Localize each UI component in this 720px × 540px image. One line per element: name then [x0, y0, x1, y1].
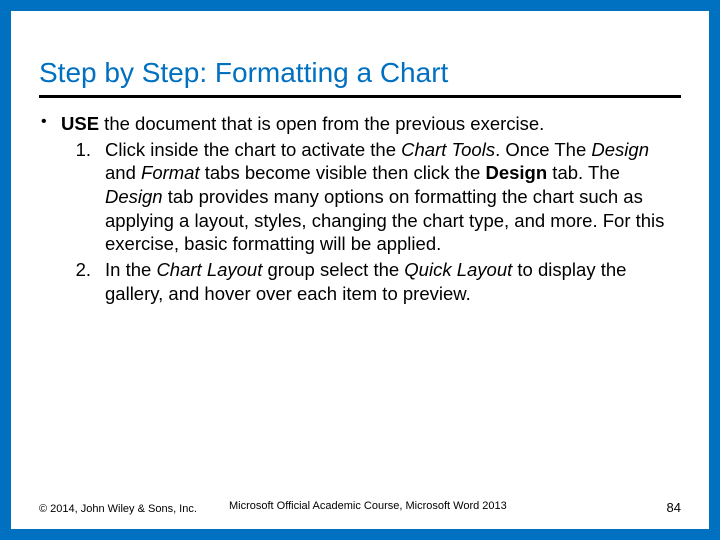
design-bold: Design — [485, 162, 547, 183]
design-term: Design — [591, 139, 649, 160]
step-2: 2. In the Chart Layout group select the … — [63, 258, 681, 305]
use-rest: the document that is open from the previ… — [99, 113, 544, 134]
slide-title: Step by Step: Formatting a Chart — [39, 57, 681, 95]
chart-tools-term: Chart Tools — [401, 139, 495, 160]
quick-layout-term: Quick Layout — [404, 259, 512, 280]
use-keyword: USE — [61, 113, 99, 134]
slide-body: • USE the document that is open from the… — [39, 112, 681, 305]
slide: Step by Step: Formatting a Chart • USE t… — [0, 0, 720, 540]
step-text: Click inside the chart to activate the C… — [105, 138, 681, 256]
format-term: Format — [141, 162, 200, 183]
bullet-text: USE the document that is open from the p… — [61, 112, 681, 136]
title-rule — [39, 95, 681, 98]
copyright: © 2014, John Wiley & Sons, Inc. — [39, 503, 197, 515]
footer: © 2014, John Wiley & Sons, Inc. Microsof… — [39, 500, 681, 515]
step-text: In the Chart Layout group select the Qui… — [105, 258, 681, 305]
step-number: 2. — [63, 258, 105, 282]
chart-layout-term: Chart Layout — [156, 259, 262, 280]
bullet-item: • USE the document that is open from the… — [39, 112, 681, 136]
numbered-list: 1. Click inside the chart to activate th… — [63, 138, 681, 306]
design-term-2: Design — [105, 186, 163, 207]
page-number: 84 — [667, 500, 681, 515]
bullet-marker: • — [39, 112, 61, 132]
step-1: 1. Click inside the chart to activate th… — [63, 138, 681, 256]
step-number: 1. — [63, 138, 105, 162]
